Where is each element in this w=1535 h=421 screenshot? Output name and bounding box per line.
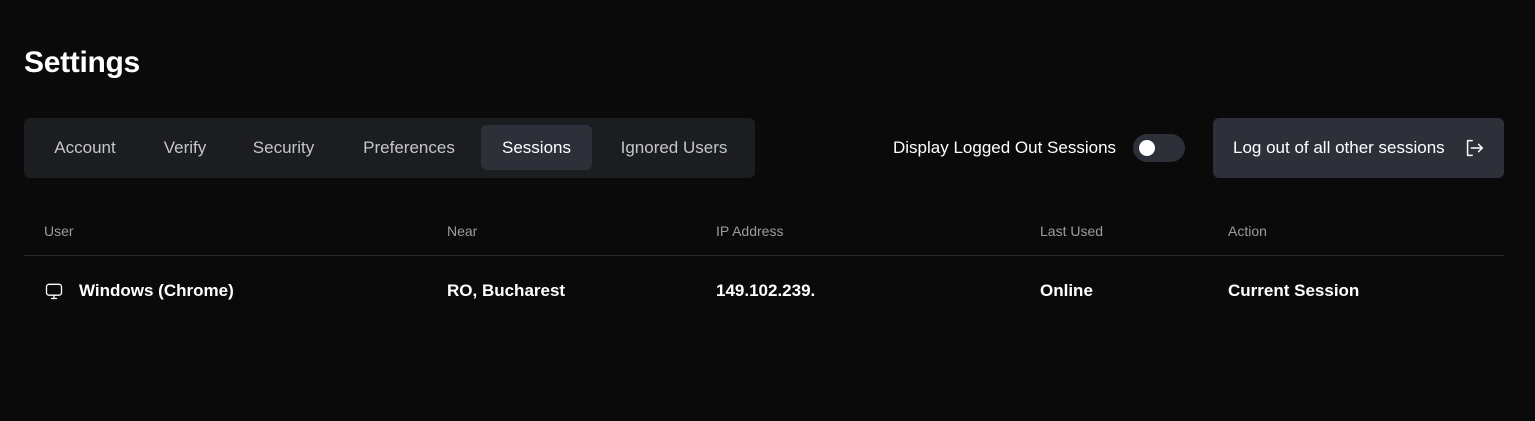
column-header-user: User [44, 223, 74, 239]
tab-sessions[interactable]: Sessions [481, 125, 592, 170]
table-header-divider [24, 255, 1504, 256]
toggle-knob [1139, 140, 1155, 156]
session-ip-address: 149.102.239. [716, 281, 816, 300]
logout-all-sessions-label: Log out of all other sessions [1233, 138, 1445, 157]
page-title: Settings [24, 46, 140, 79]
tab-verify[interactable]: Verify [144, 125, 226, 170]
logged-out-sessions-toggle-label: Display Logged Out Sessions [893, 138, 1117, 157]
settings-page: Settings Account Verify Security Prefere… [0, 0, 1535, 421]
tab-ignored-users[interactable]: Ignored Users [600, 125, 748, 170]
tab-account[interactable]: Account [32, 125, 138, 170]
logout-icon [1466, 139, 1483, 157]
logged-out-sessions-toggle[interactable] [1133, 134, 1185, 162]
tab-security[interactable]: Security [233, 125, 334, 170]
session-user: Windows (Chrome) [79, 281, 234, 300]
settings-tabbar: Account Verify Security Preferences Sess… [24, 118, 755, 178]
column-header-last-used: Last Used [1040, 223, 1104, 239]
session-action: Current Session [1228, 281, 1360, 300]
logout-all-sessions-button[interactable]: Log out of all other sessions [1213, 118, 1504, 178]
monitor-icon [45, 283, 63, 300]
column-header-near: Near [447, 223, 478, 239]
session-location: RO, Bucharest [447, 281, 566, 300]
column-header-ip-address: IP Address [716, 223, 784, 239]
column-header-action: Action [1228, 223, 1267, 239]
tab-preferences[interactable]: Preferences [342, 125, 476, 170]
session-last-used: Online [1040, 281, 1093, 300]
